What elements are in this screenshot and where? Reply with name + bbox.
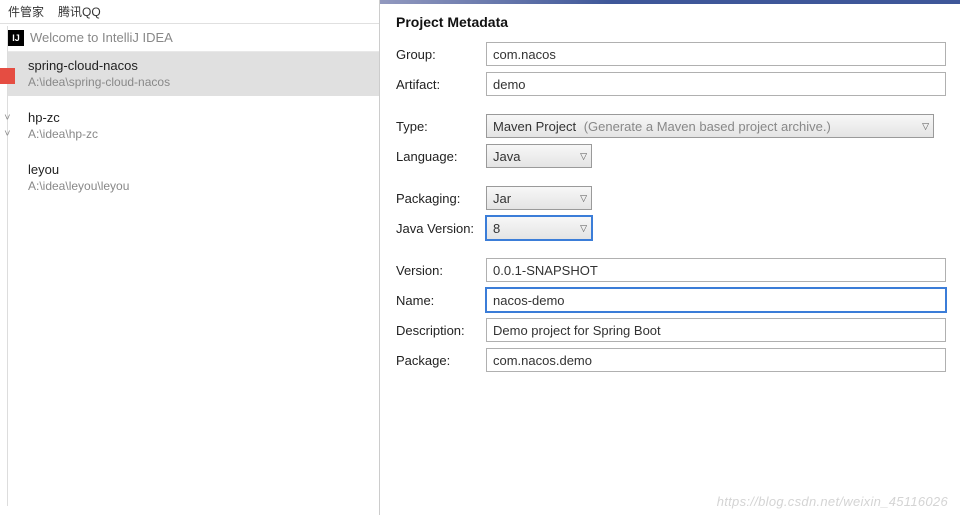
version-label: Version: [392,263,486,278]
packaging-label: Packaging: [392,191,486,206]
chevron-down-icon: ▽ [922,121,929,132]
project-item-leyou[interactable]: leyou A:\idea\leyou\leyou [0,156,379,200]
os-title-item-1[interactable]: 件管家 [8,3,44,20]
group-label: Group: [392,47,486,62]
sidebar-glyph-2: > [1,130,12,136]
sidebar-glyph-1: > [1,114,12,120]
packaging-select-value: Jar [493,191,511,206]
type-select-value: Maven Project [493,119,576,134]
name-input[interactable] [486,288,946,312]
intellij-icon: IJ [8,30,24,46]
type-label: Type: [392,119,486,134]
project-item-hp-zc[interactable]: hp-zc A:\idea\hp-zc [0,104,379,148]
project-metadata-panel: Project Metadata Group: Artifact: Type: … [380,0,960,515]
app-icon [0,68,15,84]
description-input[interactable] [486,318,946,342]
os-titlebar: 件管家 腾讯QQ [0,0,379,24]
version-input[interactable] [486,258,946,282]
java-version-label: Java Version: [392,221,486,236]
java-version-select[interactable]: 8 ▽ [486,216,592,240]
project-item-spring-cloud-nacos[interactable]: spring-cloud-nacos A:\idea\spring-cloud-… [0,52,379,96]
project-name: leyou [28,162,365,178]
artifact-label: Artifact: [392,77,486,92]
os-title-item-2[interactable]: 腾讯QQ [58,3,101,20]
chevron-down-icon: ▽ [580,223,587,234]
language-label: Language: [392,149,486,164]
package-label: Package: [392,353,486,368]
description-label: Description: [392,323,486,338]
java-version-select-value: 8 [493,221,500,236]
packaging-select[interactable]: Jar ▽ [486,186,592,210]
language-select-value: Java [493,149,520,164]
chevron-down-icon: ▽ [580,151,587,162]
group-input[interactable] [486,42,946,66]
language-select[interactable]: Java ▽ [486,144,592,168]
project-path: A:\idea\spring-cloud-nacos [28,74,365,90]
project-name: spring-cloud-nacos [28,58,365,74]
project-path: A:\idea\leyou\leyou [28,178,365,194]
section-title: Project Metadata [396,14,960,30]
project-name: hp-zc [28,110,365,126]
os-sidebar-stub: > > [0,26,8,506]
welcome-title-bar: IJ Welcome to IntelliJ IDEA [0,24,379,52]
watermark-text: https://blog.csdn.net/weixin_45116026 [717,494,948,509]
welcome-title: Welcome to IntelliJ IDEA [30,30,173,45]
type-select-hint: (Generate a Maven based project archive.… [584,119,831,134]
package-input[interactable] [486,348,946,372]
welcome-panel: 件管家 腾讯QQ IJ Welcome to IntelliJ IDEA spr… [0,0,380,515]
type-select[interactable]: Maven Project (Generate a Maven based pr… [486,114,934,138]
recent-projects-list: spring-cloud-nacos A:\idea\spring-cloud-… [0,52,379,515]
artifact-input[interactable] [486,72,946,96]
name-label: Name: [392,293,486,308]
project-path: A:\idea\hp-zc [28,126,365,142]
chevron-down-icon: ▽ [580,193,587,204]
